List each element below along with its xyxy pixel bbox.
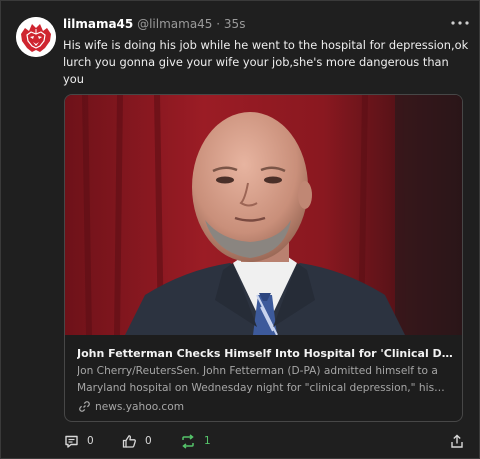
more-dots-icon <box>451 21 469 25</box>
link-icon <box>79 401 90 412</box>
header-separator: · <box>216 17 221 31</box>
lion-logo-icon <box>16 17 56 57</box>
avatar[interactable] <box>16 17 56 57</box>
post-header: lilmama45 @lilmama45 · 35s <box>63 16 245 32</box>
user-handle[interactable]: @lilmama45 <box>137 17 212 31</box>
reply-icon <box>65 435 78 448</box>
repost-icon <box>182 433 194 449</box>
reply-count: 0 <box>87 435 94 447</box>
card-title: John Fetterman Checks Himself Into Hospi… <box>77 347 453 360</box>
card-image <box>65 95 462 335</box>
post-container: lilmama45 @lilmama45 · 35s His wife is d… <box>0 0 480 459</box>
card-domain: news.yahoo.com <box>78 399 184 415</box>
action-bar: 0 0 1 <box>1 431 480 453</box>
share-icon <box>451 434 463 448</box>
link-preview-card[interactable]: John Fetterman Checks Himself Into Hospi… <box>64 94 463 422</box>
card-description: Jon Cherry/ReutersSen. John Fetterman (D… <box>77 365 438 394</box>
like-icon <box>122 434 136 448</box>
username[interactable]: lilmama45 <box>63 17 133 31</box>
repost-button[interactable]: 1 <box>180 431 211 451</box>
card-domain-text: news.yahoo.com <box>95 401 185 413</box>
more-options-button[interactable] <box>447 15 473 31</box>
share-button[interactable] <box>450 431 472 451</box>
like-count: 0 <box>145 435 152 447</box>
reply-button[interactable]: 0 <box>64 431 94 451</box>
post-timestamp[interactable]: 35s <box>224 17 246 31</box>
repost-count: 1 <box>204 435 211 447</box>
like-button[interactable]: 0 <box>122 431 152 451</box>
post-text: His wife is doing his job while he went … <box>63 38 469 86</box>
